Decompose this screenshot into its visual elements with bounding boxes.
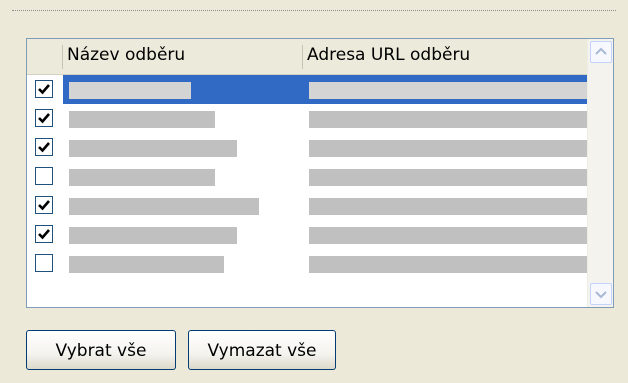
vertical-scrollbar[interactable] [587, 39, 613, 307]
table-row[interactable] [27, 220, 587, 249]
row-checkbox[interactable] [35, 109, 53, 127]
list-header: Název odběru Adresa URL odběru [27, 39, 587, 75]
feed-name-redacted [69, 140, 237, 157]
feed-name-redacted [69, 198, 259, 215]
feed-name-redacted [69, 256, 224, 273]
table-row[interactable] [27, 133, 587, 162]
row-checkbox[interactable] [35, 254, 53, 272]
row-checkbox[interactable] [35, 167, 53, 185]
scroll-up-button[interactable] [590, 41, 612, 63]
row-checkbox[interactable] [35, 80, 53, 98]
row-checkbox[interactable] [35, 225, 53, 243]
feed-list[interactable]: Název odběru Adresa URL odběru [26, 38, 614, 308]
checkmark-icon [38, 84, 50, 95]
feed-url-redacted [309, 227, 587, 244]
header-checkbox-column[interactable] [27, 39, 63, 74]
select-all-button[interactable]: Vybrat vše [26, 330, 176, 370]
chevron-up-icon [595, 47, 607, 55]
row-checkbox[interactable] [35, 196, 53, 214]
header-feed-name[interactable]: Název odběru [63, 39, 303, 74]
table-row[interactable] [27, 191, 587, 220]
checkmark-icon [38, 229, 50, 240]
feed-url-redacted [309, 82, 587, 99]
dotted-separator [12, 10, 616, 11]
checkmark-icon [38, 113, 50, 124]
scroll-down-button[interactable] [590, 283, 612, 305]
feed-name-redacted [69, 169, 215, 186]
chevron-down-icon [595, 291, 607, 299]
checkmark-icon [38, 200, 50, 211]
checkmark-icon [38, 142, 50, 153]
table-row[interactable] [27, 249, 587, 278]
feed-url-redacted [309, 111, 587, 128]
feed-url-redacted [309, 169, 587, 186]
feed-url-redacted [309, 198, 587, 215]
feed-url-redacted [309, 140, 587, 157]
feed-name-redacted [69, 111, 215, 128]
table-row[interactable] [27, 75, 587, 104]
row-checkbox[interactable] [35, 138, 53, 156]
table-row[interactable] [27, 162, 587, 191]
feed-selection-dialog: Název odběru Adresa URL odběru Vybrat vš… [0, 0, 628, 383]
feed-url-redacted [309, 256, 587, 273]
feed-name-redacted [69, 82, 191, 99]
header-feed-url[interactable]: Adresa URL odběru [303, 39, 587, 74]
clear-all-button[interactable]: Vymazat vše [188, 330, 336, 370]
feed-name-redacted [69, 227, 237, 244]
list-rows [27, 75, 587, 278]
table-row[interactable] [27, 104, 587, 133]
